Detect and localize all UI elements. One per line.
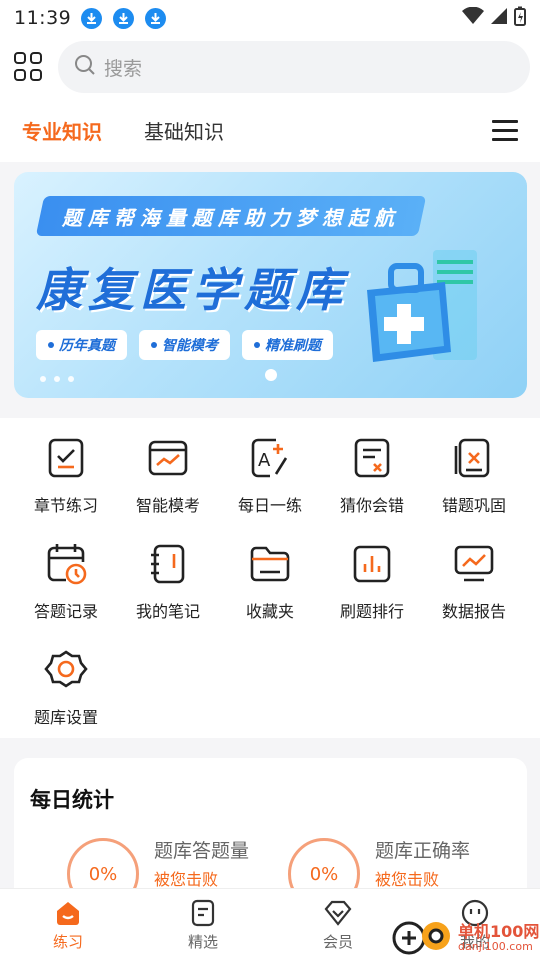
banner-ribbon: 题库帮海量题库助力梦想起航 xyxy=(35,196,427,236)
daily-stats-title: 每日统计 xyxy=(30,788,114,812)
feature-bank-settings[interactable]: 题库设置 xyxy=(14,648,118,728)
answer-count-label: 题库答题量 xyxy=(154,840,250,862)
accuracy-label: 题库正确率 xyxy=(375,840,471,862)
chart-card-icon xyxy=(146,436,190,480)
bar-rank-icon xyxy=(350,542,394,586)
answer-count-sub: 被您击败 xyxy=(154,870,219,889)
document-icon xyxy=(189,899,217,927)
accuracy-sub: 被您击败 xyxy=(375,870,440,889)
tab-basic[interactable]: 基础知识 xyxy=(144,116,224,145)
diamond-icon xyxy=(324,899,352,927)
doc-x-icon xyxy=(350,436,394,480)
search-icon xyxy=(74,54,96,80)
watermark-logo-icon xyxy=(392,916,454,960)
calendar-clock-icon xyxy=(44,542,88,586)
nav-featured[interactable]: 精选 xyxy=(163,899,243,952)
feature-data-report[interactable]: 数据报告 xyxy=(422,542,526,622)
apps-grid-icon[interactable] xyxy=(14,52,44,82)
svg-text:A: A xyxy=(258,450,271,471)
menu-icon[interactable] xyxy=(492,119,518,141)
banner-tag: 历年真题 xyxy=(36,330,127,360)
category-tabs: 专业知识 基础知识 xyxy=(0,98,540,162)
medical-kit-icon xyxy=(361,250,491,374)
nav-member[interactable]: 会员 xyxy=(298,899,378,952)
folder-icon xyxy=(248,542,292,586)
search-placeholder: 搜索 xyxy=(104,57,143,80)
download-icon xyxy=(145,7,167,29)
banner-tag: 精准刷题 xyxy=(242,330,333,360)
promo-banner[interactable]: 题库帮海量题库助力梦想起航 康复医学题库 历年真题 智能模考 精准刷题 xyxy=(14,172,527,398)
carousel-active-dot[interactable] xyxy=(265,369,277,381)
carousel-dots xyxy=(40,376,74,382)
signal-icon xyxy=(490,7,508,29)
download-icon xyxy=(113,7,135,29)
banner-title: 康复医学题库 xyxy=(36,263,348,317)
feature-favorites[interactable]: 收藏夹 xyxy=(218,542,322,622)
notebook-icon xyxy=(146,542,190,586)
feature-chapter-practice[interactable]: 章节练习 xyxy=(14,436,118,516)
tab-professional[interactable]: 专业知识 xyxy=(22,116,102,145)
checklist-icon xyxy=(44,436,88,480)
wifi-icon xyxy=(462,6,484,29)
feature-grid: 章节练习 智能模考 A 每日一练 猜你会错 错题巩固 答题记录 我的笔记 收藏夹… xyxy=(0,418,540,738)
banner-tags: 历年真题 智能模考 精准刷题 xyxy=(36,330,333,360)
settings-icon xyxy=(44,648,88,692)
feature-guess-wrong[interactable]: 猜你会错 xyxy=(320,436,424,516)
feature-answer-records[interactable]: 答题记录 xyxy=(14,542,118,622)
search-input[interactable]: 搜索 xyxy=(58,41,530,93)
watermark: 单机100网 danji100.com xyxy=(392,916,539,960)
folder-x-icon xyxy=(452,436,496,480)
download-icon xyxy=(81,7,103,29)
banner-tag: 智能模考 xyxy=(139,330,230,360)
feature-wrong-review[interactable]: 错题巩固 xyxy=(422,436,526,516)
feature-ranking[interactable]: 刷题排行 xyxy=(320,542,424,622)
monitor-chart-icon xyxy=(452,542,496,586)
feature-smart-mock[interactable]: 智能模考 xyxy=(116,436,220,516)
watermark-title: 单机100网 xyxy=(458,922,540,942)
feature-my-notes[interactable]: 我的笔记 xyxy=(116,542,220,622)
top-bar: 搜索 xyxy=(0,36,540,98)
nav-practice[interactable]: 练习 xyxy=(28,899,108,952)
status-bar: 11:39 xyxy=(0,0,540,36)
status-time: 11:39 xyxy=(14,7,72,29)
watermark-url: danji100.com xyxy=(458,939,533,953)
feature-daily-practice[interactable]: A 每日一练 xyxy=(218,436,322,516)
battery-icon xyxy=(514,6,526,30)
grade-pen-icon: A xyxy=(248,436,292,480)
home-icon xyxy=(54,899,82,927)
